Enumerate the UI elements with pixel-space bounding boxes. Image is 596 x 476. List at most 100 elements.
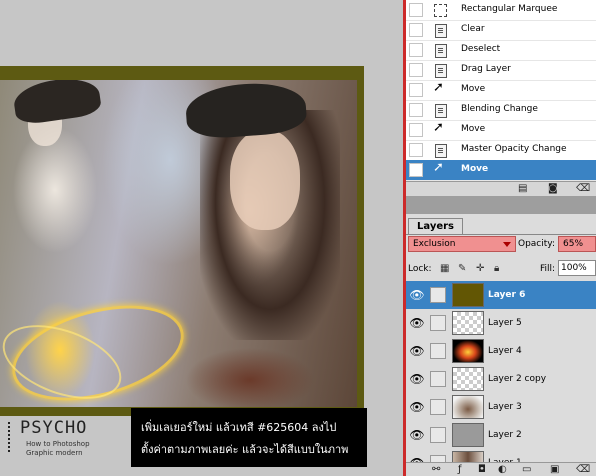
fill-input[interactable]: 100% [558,260,596,276]
history-snapshot-box[interactable] [409,83,423,97]
history-item[interactable]: Master Opacity Change [406,140,596,161]
caption-line: เพิ่มเลเยอร์ใหม่ แล้วเทสี #625604 ลงไป [141,421,337,434]
visibility-eye-icon[interactable]: 👁︎ [409,371,425,387]
layer-link-box[interactable] [430,315,446,331]
history-snapshot-box[interactable] [409,63,423,77]
history-item[interactable]: Clear [406,20,596,41]
layer-name: Layer 5 [488,318,522,328]
layer-mask-icon[interactable]: ◘ [478,464,486,476]
tab-layers[interactable]: Layers [408,218,463,234]
layer-row[interactable]: 👁︎ Layer 2 copy [406,365,596,394]
layer-row[interactable]: 👁︎ Layer 2 [406,421,596,450]
artwork-image[interactable] [0,80,357,407]
history-state-icon [433,23,447,38]
history-panel: Rectangular Marquee Clear Deselect Drag … [406,0,596,196]
layer-thumbnail [452,283,484,307]
lock-transparency-icon[interactable]: ▦ [440,263,451,274]
history-snapshot-box[interactable] [409,3,423,17]
history-state-icon [433,43,447,58]
history-item-label: Drag Layer [461,64,511,74]
document-canvas-area[interactable]: PSYCHO How to Photoshop Graphic modern เ… [0,0,403,476]
artwork-face-right [230,130,300,230]
move-tool-icon: ➚ [433,160,444,175]
layers-panel: Layers Exclusion Opacity: 65% Lock: ▦ ✎ … [406,214,596,476]
adjustment-layer-icon[interactable]: ◐ [498,464,507,476]
history-snapshot-box[interactable] [409,23,423,37]
trash-icon[interactable]: ⌫ [576,464,590,476]
layer-name: Layer 4 [488,346,522,356]
layer-row-active[interactable]: 👁︎ Layer 6 [406,281,596,310]
lock-pixels-icon[interactable]: ✎ [458,263,469,274]
panel-divider [406,196,596,214]
history-item[interactable]: ➚ Move [406,120,596,141]
history-snapshot-box[interactable] [409,103,423,117]
tab-divider [406,234,596,235]
layer-name: Layer 2 [488,430,522,440]
layer-link-box[interactable] [430,427,446,443]
brush-link-icon[interactable] [430,287,446,303]
lock-all-icon[interactable]: 🔒︎ [494,263,505,274]
history-snapshot-box[interactable] [409,123,423,137]
caption-line: ตั้งค่าตามภาพเลยค่ะ แล้วจะได้สีแบบในภาพ [141,443,349,456]
fill-label: Fill: [540,264,556,274]
history-item-label: Move [461,124,486,134]
history-state-icon [433,103,447,118]
history-item[interactable]: Deselect [406,40,596,61]
history-item[interactable]: Drag Layer [406,60,596,81]
history-item[interactable]: Rectangular Marquee [406,0,596,21]
layer-row[interactable]: 👁︎ Layer 4 [406,337,596,366]
new-layer-icon[interactable]: ▣ [550,464,559,476]
history-snapshot-box[interactable] [409,143,423,157]
layer-thumbnail [452,339,484,363]
logo-mark-icon [8,422,18,452]
move-tool-icon: ➚ [433,80,444,95]
layer-row[interactable]: 👁︎ Layer 5 [406,309,596,338]
history-item-label: Deselect [461,44,501,54]
history-snapshot-box[interactable] [409,163,423,177]
trash-icon[interactable]: ⌫ [576,184,590,194]
layer-thumbnail [452,367,484,391]
layer-style-icon[interactable]: ƒ [458,464,462,476]
blend-mode-select[interactable]: Exclusion [408,236,516,252]
layers-toolbar: ⚯ ƒ ◘ ◐ ▭ ▣ ⌫ [406,462,596,476]
history-item-label: Blending Change [461,104,538,114]
history-item[interactable]: Blending Change [406,100,596,121]
new-document-from-state-icon[interactable]: ▤ [518,184,528,194]
logo-subtitle: Graphic modern [26,449,83,457]
lock-label: Lock: [408,264,432,274]
layer-link-box[interactable] [430,399,446,415]
visibility-eye-icon[interactable]: 👁︎ [409,315,425,331]
lock-position-icon[interactable]: ✛ [476,263,487,274]
logo-subtitle: How to Photoshop [26,440,90,448]
layer-thumbnail [452,311,484,335]
history-state-icon [433,63,447,78]
layer-name: Layer 6 [488,290,526,300]
history-state-icon [433,143,447,158]
history-snapshot-box[interactable] [409,43,423,57]
history-item-label: Clear [461,24,485,34]
artwork-hat-left [11,80,103,126]
logo-title: PSYCHO [20,418,88,438]
camera-snapshot-icon[interactable]: ◙ [548,184,558,194]
history-item-active[interactable]: ➚ Move [406,160,596,181]
history-toolbar: ▤ ◙ ⌫ [406,181,596,197]
rect-marquee-icon [433,3,447,17]
layer-link-box[interactable] [430,343,446,359]
layer-thumbnail [452,423,484,447]
new-group-icon[interactable]: ▭ [522,464,531,476]
instruction-caption: เพิ่มเลเยอร์ใหม่ แล้วเทสี #625604 ลงไป ต… [131,408,367,467]
layer-link-box[interactable] [430,371,446,387]
visibility-eye-icon[interactable]: 👁︎ [409,427,425,443]
psycho-logo: PSYCHO How to Photoshop Graphic modern [6,418,126,470]
history-item[interactable]: ➚ Move [406,80,596,101]
visibility-eye-icon[interactable]: 👁︎ [409,287,425,303]
visibility-eye-icon[interactable]: 👁︎ [409,399,425,415]
opacity-label: Opacity: [518,239,555,249]
history-item-label: Master Opacity Change [461,144,567,154]
chevron-down-icon [503,242,511,247]
layer-link-icon[interactable]: ⚯ [432,464,440,476]
move-tool-icon: ➚ [433,120,444,135]
opacity-input[interactable]: 65% [558,236,596,252]
layer-row[interactable]: 👁︎ Layer 3 [406,393,596,422]
visibility-eye-icon[interactable]: 👁︎ [409,343,425,359]
